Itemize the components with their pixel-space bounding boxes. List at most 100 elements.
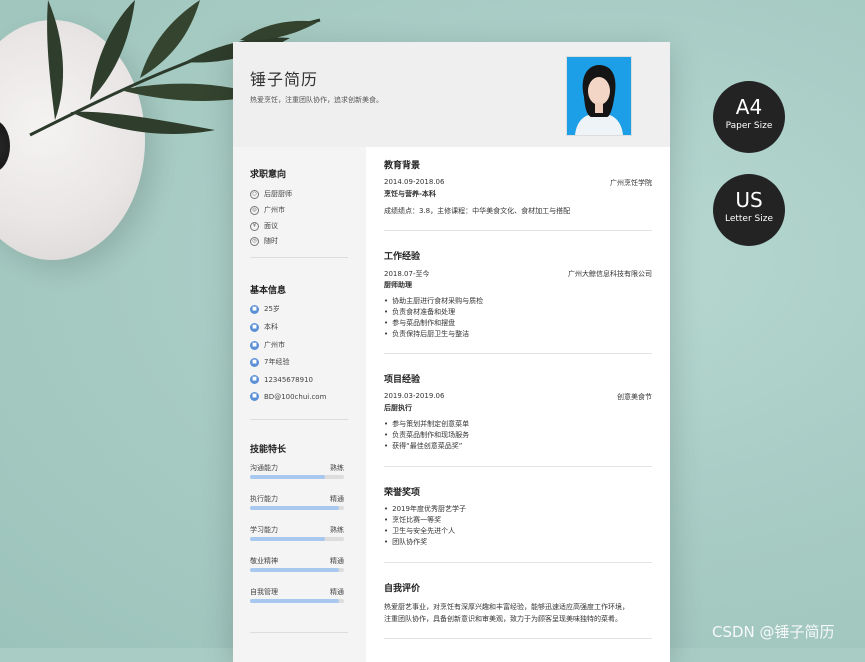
badge-title: US bbox=[735, 188, 763, 212]
self-eval-text: 热爱厨艺事业，对烹饪有深厚兴趣和丰富经验，能够迅速适应高强度工作环境， 注重团队… bbox=[384, 601, 654, 625]
education-period: 2014.09-2018.06 bbox=[384, 178, 445, 186]
badge-subtitle: Paper Size bbox=[725, 121, 773, 131]
self-eval-line: 热爱厨艺事业，对烹饪有深厚兴趣和丰富经验，能够迅速适应高强度工作环境， bbox=[384, 603, 629, 611]
badge-title: A4 bbox=[735, 95, 763, 119]
skill-name: 敬业精神 bbox=[250, 557, 278, 565]
intent-item: ¥ 面议 bbox=[250, 221, 278, 231]
basic-info-text: 7年经验 bbox=[264, 358, 290, 366]
resume-sheet: 锤子简历 热爱烹饪，注重团队协作，追求创新美食。 求职意向 ○ 后厨厨师 ◎ 广州市… bbox=[233, 42, 670, 662]
project-name: 创意美食节 bbox=[617, 393, 652, 401]
skill-name: 学习能力 bbox=[250, 526, 278, 534]
intent-text: 广州市 bbox=[264, 206, 285, 214]
project-row: 2019.03-2019.06 创意美食节 bbox=[384, 392, 652, 401]
skill-bar-fill bbox=[250, 599, 340, 603]
location-icon: ◎ bbox=[250, 205, 259, 215]
education-detail: 成绩绩点：3.8，主修课程：中华美食文化、食材加工与搭配 bbox=[384, 207, 571, 215]
email-icon: ■ bbox=[250, 392, 259, 401]
age-icon: ■ bbox=[250, 304, 259, 314]
education-school: 广州烹饪学院 bbox=[610, 179, 652, 187]
skill-level: 熟练 bbox=[330, 526, 344, 534]
intent-text: 随时 bbox=[264, 237, 278, 245]
work-row: 2018.07-至今 广州大鲸信息科技有限公司 bbox=[384, 269, 652, 279]
home-icon: ■ bbox=[250, 340, 259, 350]
divider bbox=[250, 632, 348, 633]
basic-info-item: ■ 广州市 bbox=[250, 340, 285, 350]
work-item: 负责食材准备和处理 bbox=[384, 307, 455, 317]
basic-info-item: ■ 7年经验 bbox=[250, 357, 289, 367]
divider bbox=[250, 419, 348, 420]
skill-level: 精通 bbox=[330, 588, 344, 596]
work-item: 协助主厨进行食材采购与质检 bbox=[384, 296, 483, 306]
skill-level: 熟练 bbox=[330, 464, 344, 472]
chef-icon: ○ bbox=[250, 189, 259, 199]
basic-info-item: ■ 25岁 bbox=[250, 304, 280, 314]
basic-info-item: ■ BD@100chui.com bbox=[250, 392, 326, 401]
skill-item: 自我管理 精通 bbox=[250, 587, 344, 603]
project-title: 项目经验 bbox=[384, 375, 421, 385]
skill-bar-fill bbox=[250, 475, 326, 479]
skill-bar bbox=[250, 537, 344, 541]
skill-item: 学习能力 熟练 bbox=[250, 525, 344, 541]
divider bbox=[384, 353, 652, 354]
work-role: 厨师助理 bbox=[384, 281, 412, 289]
skill-name: 执行能力 bbox=[250, 495, 278, 503]
divider bbox=[384, 638, 652, 639]
skill-bar-fill bbox=[250, 568, 340, 572]
self-eval-line: 注重团队协作，具备创新意识和审美观，致力于为顾客呈现美味独特的菜肴。 bbox=[384, 615, 622, 623]
divider bbox=[384, 466, 652, 467]
phone-icon: ■ bbox=[250, 375, 259, 384]
skills-title: 技能特长 bbox=[250, 445, 287, 455]
skill-name: 自我管理 bbox=[250, 588, 278, 596]
divider bbox=[250, 257, 348, 258]
skill-bar bbox=[250, 506, 344, 510]
intent-item: ◷ 随时 bbox=[250, 236, 278, 246]
badge-subtitle: Letter Size bbox=[724, 214, 774, 224]
education-row: 2014.09-2018.06 广州烹饪学院 bbox=[384, 178, 652, 187]
project-item: 负责菜品制作和现场服务 bbox=[384, 430, 469, 440]
skill-bar-fill bbox=[250, 506, 340, 510]
honor-item: 2019年度优秀厨艺学子 bbox=[384, 504, 466, 514]
education-title: 教育背景 bbox=[384, 161, 421, 171]
intent-text: 后厨厨师 bbox=[264, 190, 292, 198]
honor-item: 卫生与安全先进个人 bbox=[384, 526, 455, 536]
intent-item: ◎ 广州市 bbox=[250, 205, 285, 215]
basic-info-text: 本科 bbox=[264, 323, 278, 331]
project-period: 2019.03-2019.06 bbox=[384, 392, 445, 400]
project-item: 获得“最佳创意菜品奖” bbox=[384, 441, 462, 451]
resume-header: 锤子简历 热爱烹饪，注重团队协作，追求创新美食。 bbox=[233, 42, 670, 147]
watermark-text: CSDN @锤子简历 bbox=[712, 623, 835, 641]
education-icon: ■ bbox=[250, 322, 259, 332]
basic-info-item: ■ 12345678910 bbox=[250, 375, 313, 384]
skill-item: 沟通能力 熟练 bbox=[250, 463, 344, 479]
basic-info-text: 12345678910 bbox=[264, 375, 313, 384]
intent-item: ○ 后厨厨师 bbox=[250, 189, 292, 199]
us-size-badge: US Letter Size bbox=[713, 174, 785, 246]
resume-sidebar: 求职意向 ○ 后厨厨师 ◎ 广州市 ¥ 面议 ◷ 随时 基本信息 ■ 25岁 ■ 本科 ■ 广… bbox=[233, 147, 366, 662]
clock-icon: ◷ bbox=[250, 236, 259, 246]
skill-level: 精通 bbox=[330, 557, 344, 565]
honors-title: 荣誉奖项 bbox=[384, 488, 421, 498]
work-item: 参与菜品制作和摆盘 bbox=[384, 318, 455, 328]
experience-icon: ■ bbox=[250, 357, 259, 367]
skill-item: 敬业精神 精通 bbox=[250, 556, 344, 572]
work-period: 2018.07-至今 bbox=[384, 270, 430, 278]
skill-bar bbox=[250, 475, 344, 479]
basic-info-text: 广州市 bbox=[264, 341, 285, 349]
skill-item: 执行能力 精通 bbox=[250, 494, 344, 510]
education-major: 烹饪与营养-本科 bbox=[384, 190, 436, 198]
salary-icon: ¥ bbox=[250, 221, 259, 231]
basic-info-item: ■ 本科 bbox=[250, 322, 278, 332]
portrait-image bbox=[567, 57, 631, 135]
honor-item: 烹饪比赛一等奖 bbox=[384, 515, 441, 525]
intent-text: 面议 bbox=[264, 222, 278, 230]
basic-info-text: BD@100chui.com bbox=[264, 392, 327, 401]
a4-size-badge: A4 Paper Size bbox=[713, 81, 785, 153]
project-role: 后厨执行 bbox=[384, 404, 412, 412]
profile-photo bbox=[566, 56, 632, 136]
skill-bar bbox=[250, 568, 344, 572]
basic-info-title: 基本信息 bbox=[250, 286, 287, 296]
intent-title: 求职意向 bbox=[250, 170, 287, 180]
project-item: 参与策划并制定创意菜单 bbox=[384, 419, 469, 429]
resume-main: 教育背景 2014.09-2018.06 广州烹饪学院 烹饪与营养-本科 成绩绩点… bbox=[366, 147, 670, 662]
skill-level: 精通 bbox=[330, 495, 344, 503]
